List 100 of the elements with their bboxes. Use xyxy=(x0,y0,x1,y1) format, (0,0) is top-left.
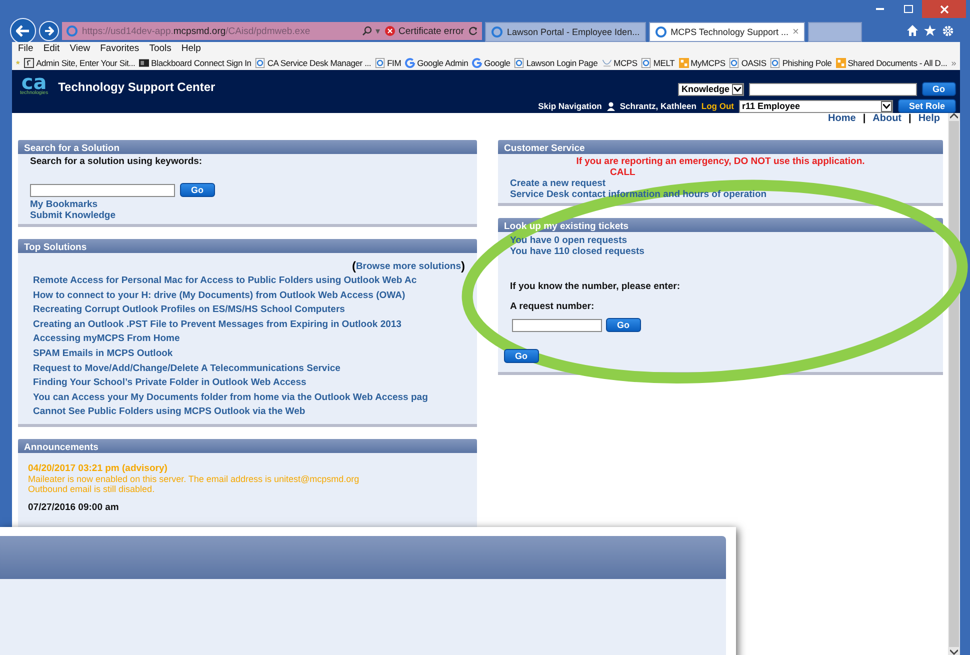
page-icon xyxy=(641,58,652,68)
menu-item[interactable]: Tools xyxy=(149,43,172,54)
home-icon[interactable] xyxy=(907,25,918,36)
menu-item[interactable]: Edit xyxy=(43,43,60,54)
more-favorites-button[interactable]: » xyxy=(951,58,956,68)
announcement-title: 04/20/2017 03:21 pm (advisory) xyxy=(28,463,168,474)
nav-link[interactable]: About xyxy=(872,113,902,126)
panel-link[interactable]: Create a new request xyxy=(510,178,606,189)
caret-icon xyxy=(882,104,890,108)
maximize-icon xyxy=(904,5,912,13)
nav-link[interactable]: Home xyxy=(828,113,856,126)
favorite-link[interactable]: MyMCPS xyxy=(678,58,726,68)
page-icon xyxy=(255,58,266,68)
site-icon xyxy=(24,58,34,68)
solution-link[interactable]: Remote Access for Personal Mac for Access to Public Folders using Outlook Web Ac xyxy=(33,275,465,286)
close-button[interactable] xyxy=(922,0,966,18)
user-icon xyxy=(606,102,615,110)
menu-item[interactable]: Favorites xyxy=(100,43,140,54)
favorite-link[interactable]: Admin Site, Enter Your Sit... xyxy=(24,58,136,68)
announcement-text: Outbound email is still disabled. xyxy=(28,484,156,494)
forward-button[interactable] xyxy=(39,21,59,41)
error-icon xyxy=(384,26,395,36)
go-button[interactable]: Go xyxy=(606,318,640,332)
keyword-field[interactable] xyxy=(30,184,175,196)
nav-link[interactable]: Help xyxy=(918,113,940,126)
go-button[interactable]: Go xyxy=(180,183,214,197)
solution-link[interactable]: How to connect to your H: drive (My Documents) from Outlook Web Access (OWA) xyxy=(33,290,465,301)
menu-item[interactable]: Help xyxy=(181,43,201,54)
panel-header: Customer Service xyxy=(498,140,943,154)
page-icon xyxy=(66,25,78,37)
page-icon xyxy=(654,26,667,38)
scope-select[interactable]: Knowledge xyxy=(678,82,744,96)
menu-item[interactable]: View xyxy=(70,43,90,54)
mcps-icon xyxy=(602,58,612,68)
tab-close-button[interactable]: × xyxy=(792,26,799,38)
favorite-link[interactable]: FIM xyxy=(375,58,402,68)
scroll-down-icon[interactable] xyxy=(950,649,958,655)
emergency-warning: CALL xyxy=(609,167,636,178)
role-select[interactable]: r11 Employee xyxy=(738,100,893,112)
settings-icon[interactable] xyxy=(942,25,954,37)
solution-link[interactable]: You can Access your My Documents folder from home via the Outlook Web Access pag xyxy=(33,392,465,403)
browser-tab[interactable]: Lawson Portal - Employee Iden... xyxy=(485,22,646,42)
menu-item[interactable]: File xyxy=(18,43,34,54)
solution-link[interactable]: Finding Your School’s Private Folder in Outlook Web Access xyxy=(33,377,465,388)
solution-link[interactable]: Recreating Corrupt Outlook Profiles on ES/MS/HS School Computers xyxy=(33,304,465,316)
favorite-link[interactable]: Google Admin xyxy=(405,58,468,68)
skip-navigation-link[interactable]: Skip Navigation xyxy=(538,101,602,111)
favorite-link[interactable]: MELT xyxy=(641,58,675,68)
solution-link[interactable]: Request to Move/Add/Change/Delete A Telecommunications Service xyxy=(33,362,465,374)
go-button[interactable]: Go xyxy=(922,82,956,96)
page-icon xyxy=(491,26,503,38)
announcement-title: 07/27/2016 09:00 am xyxy=(28,502,120,514)
request-count-link[interactable]: You have 110 closed requests xyxy=(510,246,644,257)
back-button[interactable] xyxy=(10,18,36,44)
solution-link[interactable]: Cannot See Public Folders using MCPS Outlook via the Web xyxy=(33,406,465,418)
favorite-link[interactable]: OASIS xyxy=(729,58,766,68)
page-icon xyxy=(729,58,740,68)
url-text: https://usd14dev-app.mcpsmd.org/CAisd/pdmweb.exe xyxy=(82,26,312,36)
field-label: A request number: xyxy=(510,301,596,312)
close-icon xyxy=(940,4,948,14)
page-icon xyxy=(375,58,386,68)
scrollbar[interactable] xyxy=(948,113,960,655)
favorite-link[interactable]: Blackboard Connect Sign In xyxy=(139,58,252,68)
favorite-link[interactable]: Lawson Login Page xyxy=(514,58,598,68)
browse-link[interactable]: Browse more solutions xyxy=(356,260,461,272)
google-icon xyxy=(472,58,482,68)
scroll-up-icon[interactable] xyxy=(950,113,958,119)
page-icon xyxy=(514,58,524,68)
favorite-link[interactable]: Shared Documents - All D... xyxy=(836,58,948,68)
emergency-warning: If you are reporting an emergency, DO NOT use this application. xyxy=(575,156,866,167)
panel-link[interactable]: Submit Knowledge xyxy=(30,210,465,221)
star-icon[interactable] xyxy=(924,25,936,36)
certificate-error[interactable]: Certificate error xyxy=(398,26,464,36)
panel-header: Announcements xyxy=(18,439,477,454)
go-button[interactable]: Go xyxy=(504,349,538,363)
board-icon xyxy=(139,58,150,68)
solution-link[interactable]: SPAM Emails in MCPS Outlook xyxy=(33,348,465,359)
google-icon xyxy=(405,58,416,68)
search-field[interactable] xyxy=(748,82,916,96)
request-number-field[interactable] xyxy=(512,318,602,332)
back-arrow-icon xyxy=(16,25,30,37)
favorite-link[interactable]: MCPS xyxy=(602,58,638,68)
log-out-link[interactable]: Log Out xyxy=(701,101,734,111)
solution-link[interactable]: Accessing myMCPS From Home xyxy=(33,333,465,344)
forward-arrow-icon xyxy=(44,26,54,36)
logo: ca xyxy=(21,74,47,90)
favorite-link[interactable]: CA Service Desk Manager ... xyxy=(255,58,372,68)
solution-link[interactable]: Creating an Outlook .PST File to Prevent Messages from Expiring in Outlook 2013 xyxy=(33,318,465,330)
announcement-text: Maileater is now enabled on this server. The email address is unitest@mcpsmd.org xyxy=(28,474,360,484)
browser-tab[interactable]: MCPS Technology Support ... × xyxy=(648,22,805,42)
page-icon xyxy=(770,58,780,68)
panel-link[interactable]: My Bookmarks xyxy=(30,199,465,210)
favorite-link[interactable]: Google xyxy=(472,58,510,68)
refresh-icon xyxy=(468,26,478,36)
panel-header: Search for a Solution xyxy=(18,140,477,154)
link-separator: | xyxy=(862,113,866,126)
address-bar[interactable]: https://usd14dev-app.mcpsmd.org/CAisd/pdmweb.exe ▾ Certificate error xyxy=(62,22,482,40)
caret-icon xyxy=(734,86,740,92)
favorite-link[interactable]: Phishing Pole xyxy=(770,58,832,68)
set-role-button[interactable]: Set Role xyxy=(898,99,956,113)
